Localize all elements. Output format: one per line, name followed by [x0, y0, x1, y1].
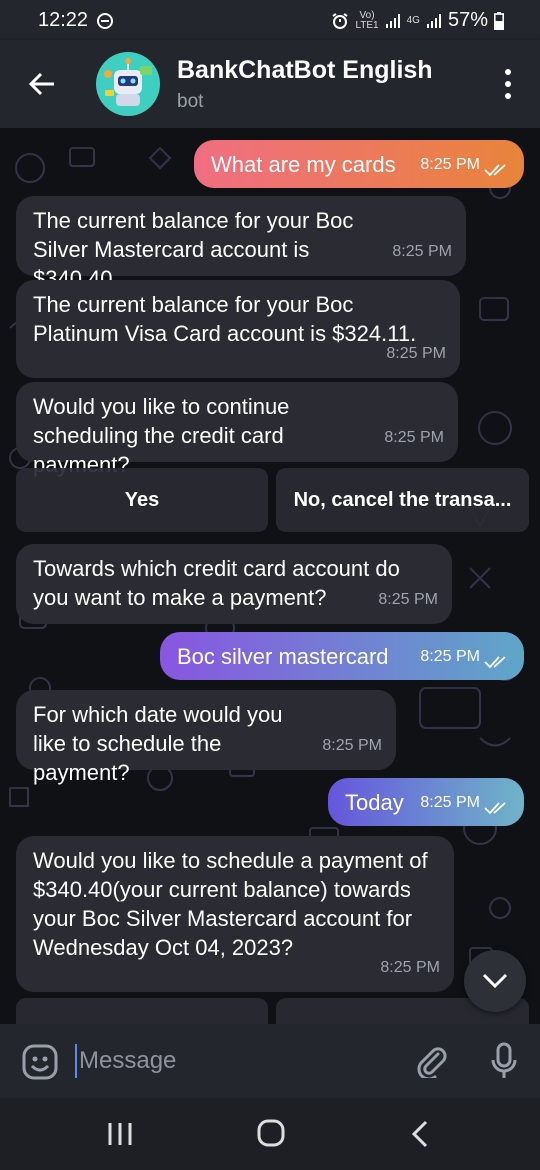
message-time: 8:25 PM — [384, 429, 444, 446]
incoming-message[interactable]: Would you like to schedule a payment of … — [16, 836, 454, 992]
message-input[interactable] — [79, 1042, 399, 1080]
message-text: What are my cards — [211, 152, 396, 177]
more-vert-icon-dot — [505, 69, 511, 75]
signal-icon — [426, 13, 441, 28]
data-sync-icon — [97, 12, 114, 29]
message-text: Would you like to schedule a payment of … — [33, 848, 428, 960]
volte-line2: LTE1 — [355, 19, 379, 31]
chat-area[interactable]: What are my cards 8:25 PM The current ba… — [0, 128, 540, 1024]
network-type: 4G — [406, 14, 420, 26]
status-right: Vo) LTE1 4G 57% — [331, 9, 504, 32]
alarm-icon — [332, 12, 349, 29]
inline-button-cancel[interactable]: No, cancel the transa... — [276, 468, 529, 532]
robot-avatar-icon — [104, 58, 152, 106]
incoming-message[interactable]: Would you like to continue scheduling th… — [16, 382, 458, 477]
message-time: 8:25 PM — [420, 156, 480, 173]
message-time: 8:25 PM — [420, 794, 480, 811]
home-icon[interactable] — [256, 1118, 286, 1148]
text-caret — [75, 1044, 77, 1078]
incoming-message[interactable]: The current balance for your Boc Platinu… — [16, 280, 460, 378]
outgoing-message[interactable]: What are my cards 8:25 PM — [194, 140, 524, 188]
emoji-icon[interactable] — [22, 1044, 58, 1080]
incoming-message[interactable]: Towards which credit card account do you… — [16, 544, 452, 624]
message-time: 8:25 PM — [378, 591, 438, 608]
message-text: Today — [345, 790, 404, 815]
more-vert-icon-dot — [505, 93, 511, 99]
nav-back-icon[interactable] — [410, 1120, 430, 1148]
incoming-message[interactable]: For which date would you like to schedul… — [16, 690, 396, 785]
message-time: 8:25 PM — [380, 959, 440, 976]
volte-indicator: Vo) LTE1 — [355, 9, 379, 31]
message-time: 8:25 PM — [392, 243, 452, 260]
message-text: Boc silver mastercard — [177, 644, 389, 669]
double-check-icon — [484, 802, 506, 815]
message-text: The current balance for your Boc Platinu… — [33, 292, 417, 346]
chat-title[interactable]: BankChatBot English — [177, 56, 433, 85]
message-time: 8:25 PM — [322, 737, 382, 754]
incoming-message[interactable]: The current balance for your Boc Silver … — [16, 196, 466, 291]
paperclip-icon[interactable] — [414, 1044, 448, 1078]
inline-button-label: No, cancel the transa... — [293, 488, 512, 511]
outgoing-message[interactable]: Boc silver mastercard 8:25 PM — [160, 632, 524, 680]
chat-header: BankChatBot English bot — [0, 40, 540, 128]
recent-apps-icon[interactable] — [106, 1120, 134, 1148]
status-left: 12:22 — [38, 9, 114, 32]
outgoing-message[interactable]: Today 8:25 PM — [328, 778, 524, 826]
signal-icon — [385, 13, 400, 28]
message-time: 8:25 PM — [420, 648, 480, 665]
status-bar: 12:22 Vo) LTE1 4G 57% — [0, 0, 540, 40]
message-input-bar — [0, 1024, 540, 1098]
chat-subtitle: bot — [177, 91, 204, 112]
inline-button-label: Yes — [124, 488, 160, 511]
scroll-to-bottom-button[interactable] — [464, 950, 526, 1012]
message-time: 8:25 PM — [386, 345, 446, 362]
double-check-icon — [484, 164, 506, 177]
more-options-button[interactable] — [498, 66, 518, 102]
inline-button-yes[interactable]: Yes — [16, 468, 268, 532]
chevron-down-icon — [482, 973, 508, 989]
volte-line1: Vo) — [359, 9, 375, 21]
status-time: 12:22 — [38, 9, 89, 31]
back-arrow-icon — [28, 72, 54, 96]
message-text: Towards which credit card account do you… — [33, 556, 400, 610]
bot-avatar[interactable] — [96, 52, 160, 116]
back-button[interactable] — [22, 64, 62, 104]
system-nav-bar — [0, 1098, 540, 1170]
inline-button[interactable] — [16, 998, 268, 1024]
battery-icon — [494, 11, 504, 30]
microphone-icon[interactable] — [490, 1042, 518, 1080]
double-check-icon — [484, 656, 506, 669]
more-vert-icon-dot — [505, 81, 511, 87]
battery-percent: 57% — [447, 9, 488, 31]
